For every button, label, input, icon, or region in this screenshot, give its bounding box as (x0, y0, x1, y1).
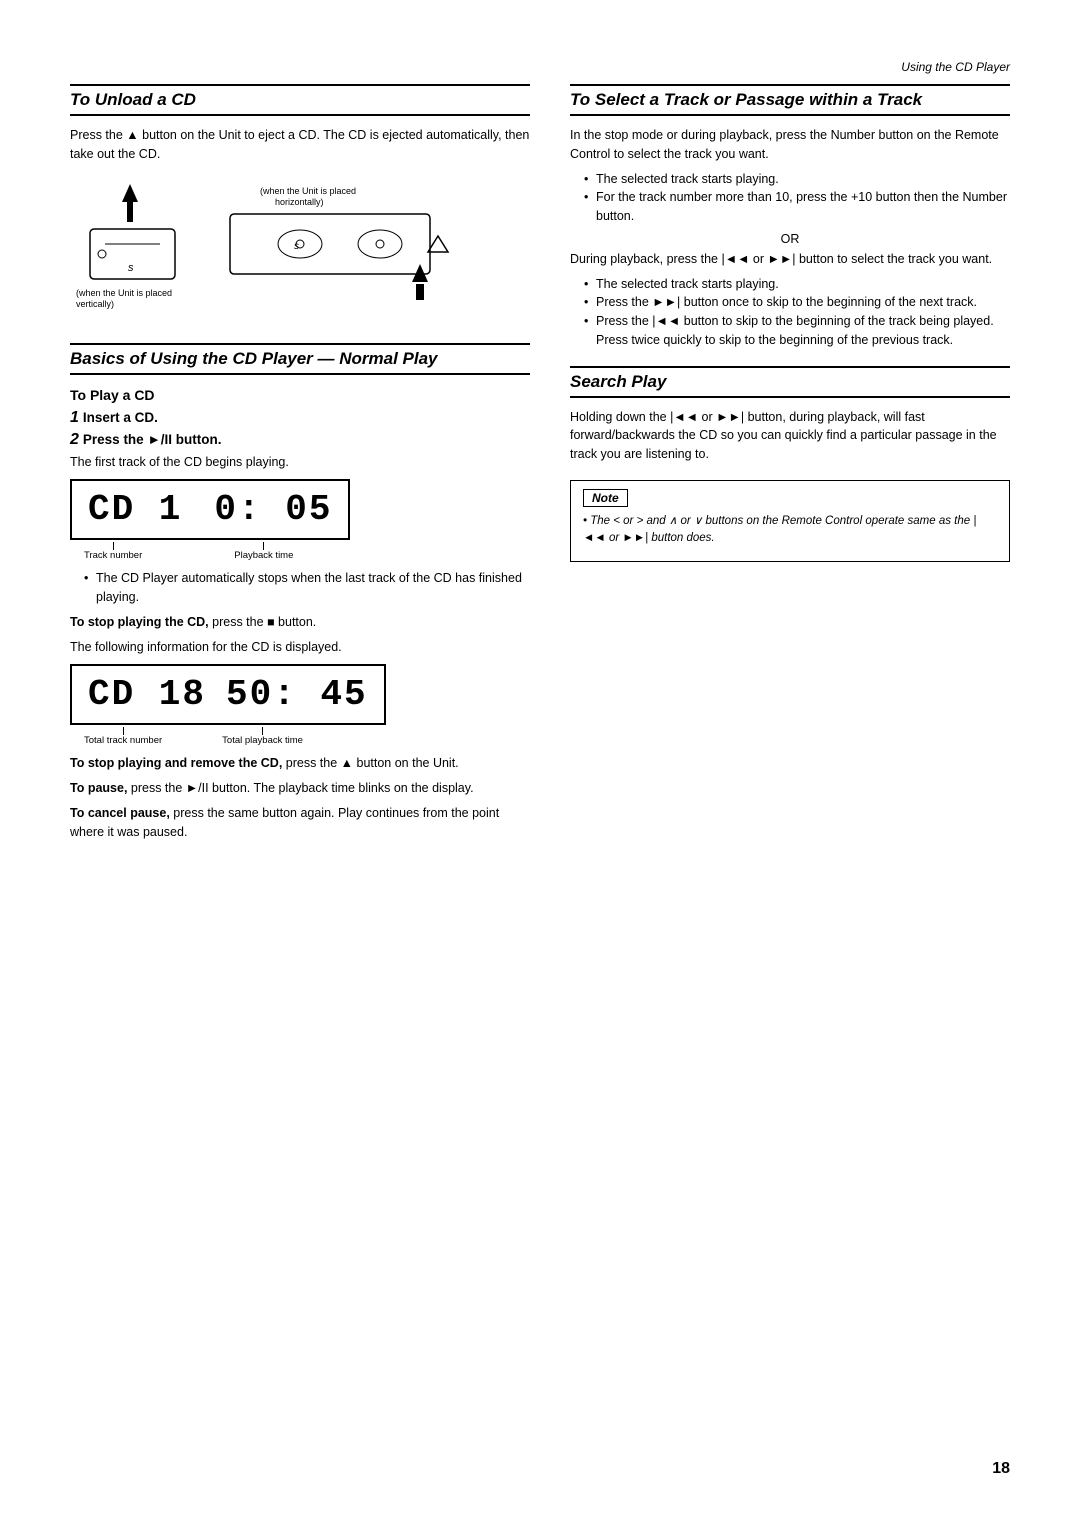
select-track-body2: During playback, press the |◄◄ or ►►| bu… (570, 250, 1010, 269)
svg-text:(when the Unit is placed: (when the Unit is placed (260, 186, 356, 196)
select-bullet2-3: Press the |◄◄ button to skip to the begi… (584, 312, 1010, 350)
unload-cd-body: Press the ▲ button on the Unit to eject … (70, 126, 530, 164)
tick3 (123, 727, 124, 735)
select-bullet2-2: Press the ►►| button once to skip to the… (584, 293, 1010, 312)
display2-left: CD 18 (88, 674, 206, 715)
display2-label-right-container: Total playback time (222, 727, 303, 746)
tick4 (262, 727, 263, 735)
display1-right: 0: 05 (214, 489, 332, 530)
search-play-title: Search Play (570, 366, 1010, 398)
svg-text:s: s (294, 241, 299, 252)
select-track-bullets: The selected track starts playing. For t… (570, 170, 1010, 226)
select-bullet2-1: The selected track starts playing. (584, 275, 1010, 294)
display2-box: CD 18 50: 45 (70, 664, 386, 725)
two-column-layout: To Unload a CD Press the ▲ button on the… (70, 84, 1010, 847)
play-cd-subtitle: To Play a CD (70, 387, 530, 403)
display2-labels: Total track number Total playback time (70, 727, 530, 746)
tick1 (113, 542, 114, 550)
or-divider: OR (570, 232, 1010, 246)
display1-label-left-container: Track number (84, 542, 142, 561)
cd-stop-bullet-list: The CD Player automatically stops when t… (70, 569, 530, 607)
select-track-body: In the stop mode or during playback, pre… (570, 126, 1010, 164)
left-column: To Unload a CD Press the ▲ button on the… (70, 84, 530, 847)
header-right: Using the CD Player (70, 60, 1010, 74)
page-number: 18 (992, 1460, 1010, 1478)
note-title: Note (583, 489, 628, 507)
select-bullet-2: For the track number more than 10, press… (584, 188, 1010, 226)
note-box: Note • The < or > and ∧ or ∨ buttons on … (570, 480, 1010, 563)
tick2 (263, 542, 264, 550)
display2-right: 50: 45 (226, 674, 368, 715)
pause-bold: To pause, (70, 781, 127, 795)
display2-label-left-container: Total track number (84, 727, 162, 746)
page: Using the CD Player To Unload a CD Press… (0, 0, 1080, 1528)
stop-bold: To stop playing the CD, (70, 615, 209, 629)
right-column: To Select a Track or Passage within a Tr… (570, 84, 1010, 847)
cd-stop-bullet: The CD Player automatically stops when t… (84, 569, 530, 607)
display1-left: CD 1 (88, 489, 182, 530)
display1-inner: CD 1 0: 05 (88, 489, 332, 530)
search-play-body: Holding down the |◄◄ or ►►| button, duri… (570, 408, 1010, 464)
cancel-bold: To cancel pause, (70, 806, 170, 820)
display1-label-right-container: Playback time (234, 542, 293, 561)
note-body: • The < or > and ∧ or ∨ buttons on the R… (583, 513, 997, 548)
display2-container: CD 18 50: 45 Total track number Total pl… (70, 664, 530, 746)
header-text: Using the CD Player (901, 60, 1010, 74)
stop-remove-body: press the ▲ button on the Unit. (282, 756, 458, 770)
display1-label-left: Track number (84, 550, 142, 561)
display2-label-right: Total playback time (222, 735, 303, 746)
eject-diagram-svg: s (when the Unit is placed vertically) (70, 174, 470, 334)
svg-text:(when the Unit is placed: (when the Unit is placed (76, 288, 172, 298)
cancel-pause-para: To cancel pause, press the same button a… (70, 804, 530, 842)
stop-body: press the ■ button. (209, 615, 317, 629)
svg-text:vertically): vertically) (76, 299, 114, 309)
step2-label: Press the ►/II button. (83, 432, 222, 447)
select-bullet-1: The selected track starts playing. (584, 170, 1010, 189)
display1-label-right: Playback time (234, 550, 293, 561)
cd-eject-diagram: s (when the Unit is placed vertically) (70, 174, 530, 337)
unload-cd-title: To Unload a CD (70, 84, 530, 116)
step2-container: 2 Press the ►/II button. (70, 431, 530, 449)
display1-container: CD 1 0: 05 Track number Playback time (70, 479, 530, 561)
select-track-title: To Select a Track or Passage within a Tr… (570, 84, 1010, 116)
basics-title: Basics of Using the CD Player — Normal P… (70, 343, 530, 375)
svg-text:horizontally): horizontally) (275, 197, 324, 207)
pause-para: To pause, press the ►/II button. The pla… (70, 779, 530, 798)
display2-inner: CD 18 50: 45 (88, 674, 368, 715)
step1-number: 1 (70, 409, 79, 427)
stop-remove-bold: To stop playing and remove the CD, (70, 756, 282, 770)
display1-labels: Track number Playback time (70, 542, 530, 561)
stop-remove-para: To stop playing and remove the CD, press… (70, 754, 530, 773)
step2-number: 2 (70, 431, 79, 449)
svg-text:s: s (128, 262, 134, 274)
display2-label-left: Total track number (84, 735, 162, 746)
stop-body2-para: The following information for the CD is … (70, 638, 530, 657)
stop-playing-para: To stop playing the CD, press the ■ butt… (70, 613, 530, 632)
step1-label: Insert a CD. (83, 410, 158, 425)
select-track-bullets2: The selected track starts playing. Press… (570, 275, 1010, 350)
display1-box: CD 1 0: 05 (70, 479, 350, 540)
pause-body: press the ►/II button. The playback time… (127, 781, 473, 795)
step1-container: 1 Insert a CD. (70, 409, 530, 427)
step2-body: The first track of the CD begins playing… (70, 453, 530, 472)
